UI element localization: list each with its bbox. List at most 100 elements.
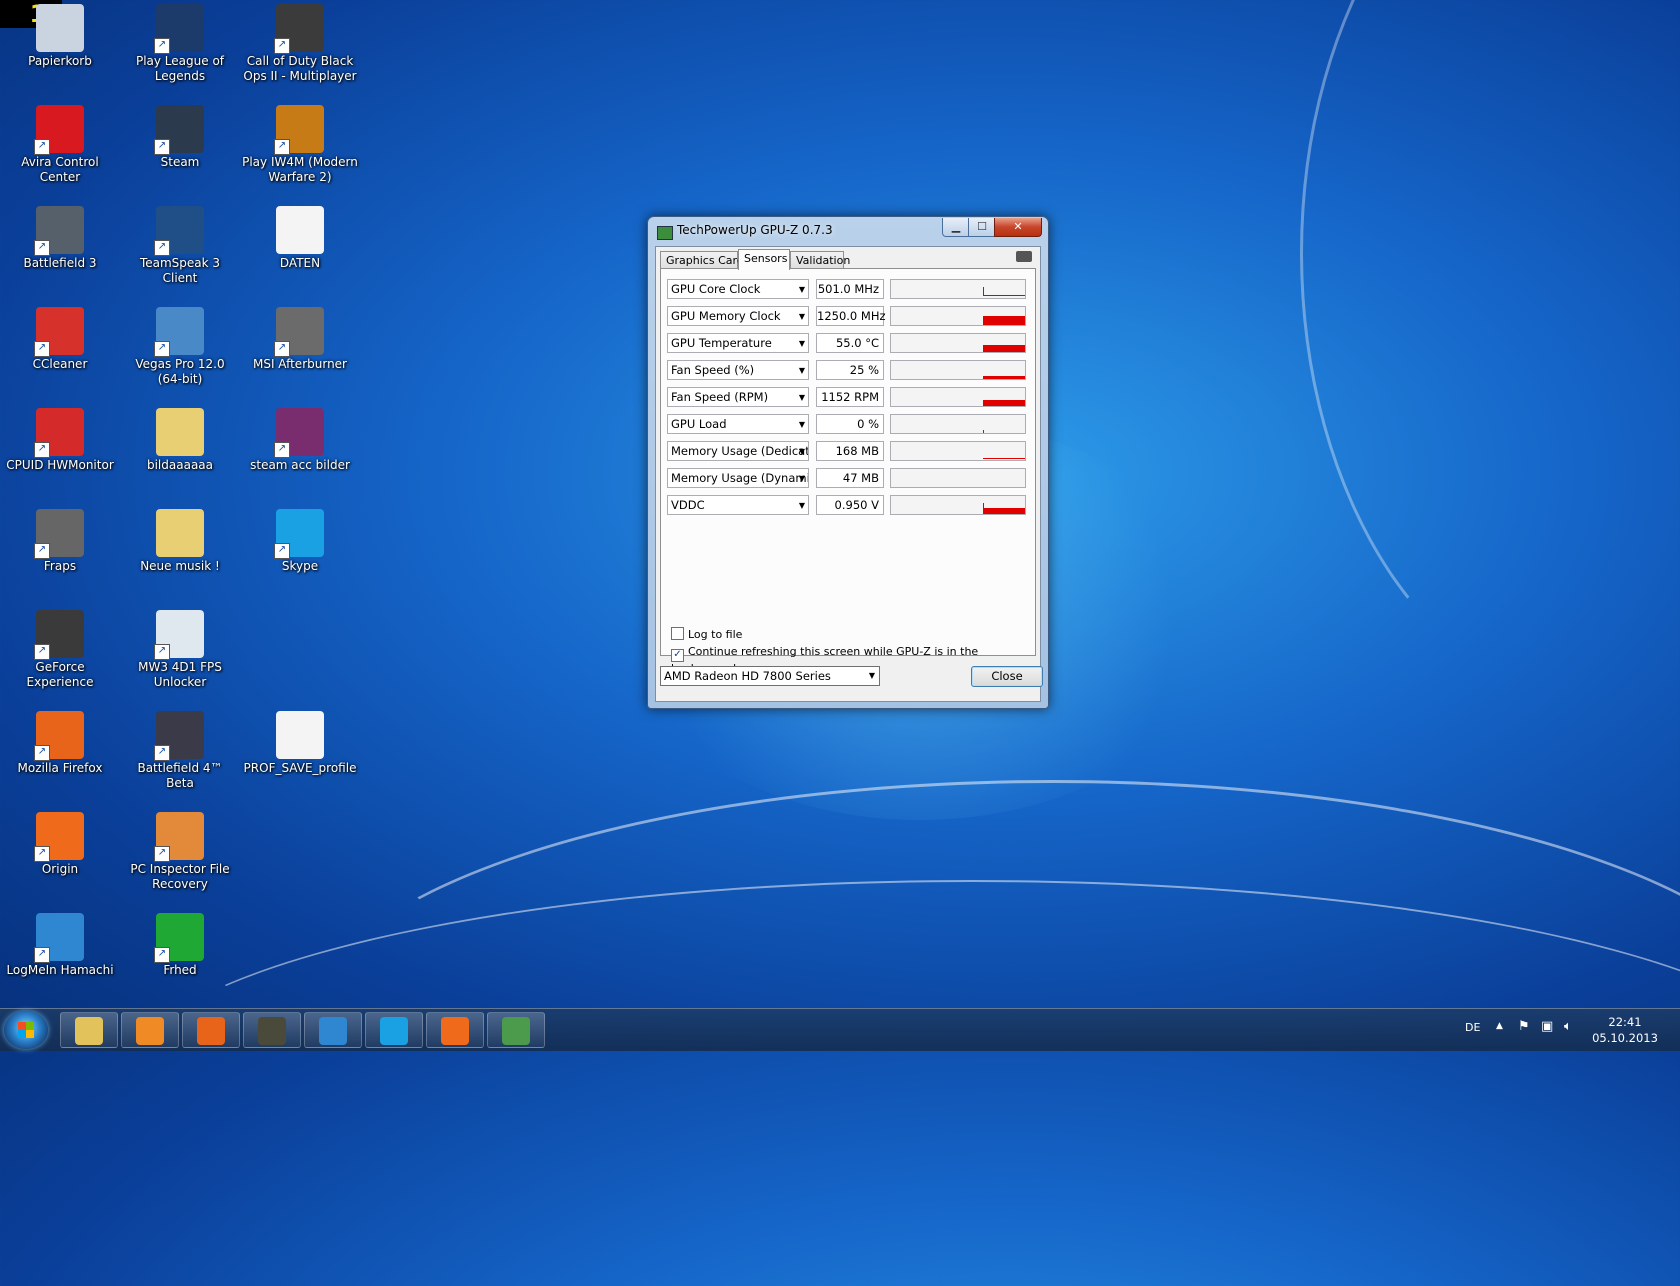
sensor-name-dropdown[interactable]: Memory Usage (Dynamic) ▼ bbox=[667, 468, 809, 488]
shortcut-arrow-icon: ↗ bbox=[274, 38, 290, 54]
sensor-name-dropdown[interactable]: GPU Load ▼ bbox=[667, 414, 809, 434]
desktop-icon-label: MSI Afterburner bbox=[252, 357, 347, 371]
minimize-button[interactable]: ▁ bbox=[942, 218, 970, 237]
window-close-button[interactable]: ✕ bbox=[994, 218, 1042, 237]
sensor-value: 55.0 °C bbox=[816, 333, 884, 353]
desktop-icon[interactable]: DATEN bbox=[240, 202, 360, 271]
desktop-icon[interactable]: PROF_SAVE_profile bbox=[240, 707, 360, 776]
sensor-name-dropdown[interactable]: Fan Speed (%) ▼ bbox=[667, 360, 809, 380]
desktop-icon[interactable]: ↗ Play League of Legends bbox=[120, 0, 240, 84]
desktop-icon[interactable]: ↗ Mozilla Firefox bbox=[0, 707, 120, 776]
sensor-name-dropdown[interactable]: VDDC ▼ bbox=[667, 495, 809, 515]
sensor-name-dropdown[interactable]: Fan Speed (RPM) ▼ bbox=[667, 387, 809, 407]
geforce-icon: ↗ bbox=[34, 610, 84, 660]
sensor-row: Fan Speed (RPM) ▼ 1152 RPM bbox=[667, 387, 1027, 409]
network-icon[interactable]: ▣ bbox=[1541, 1019, 1553, 1034]
show-hidden-icons-icon[interactable]: ▲ bbox=[1496, 1021, 1503, 1031]
taskbar-button[interactable] bbox=[426, 1012, 484, 1048]
desktop-icon-label: Avira Control Center bbox=[21, 155, 99, 184]
log-to-file-checkbox[interactable] bbox=[671, 627, 684, 640]
desktop-icon[interactable]: ↗ CCleaner bbox=[0, 303, 120, 372]
sensors-panel: GPU Core Clock ▼ 501.0 MHz GPU Memory Clock… bbox=[660, 268, 1036, 675]
taskbar-button[interactable] bbox=[182, 1012, 240, 1048]
taskbar-button[interactable] bbox=[243, 1012, 301, 1048]
taskbar-button[interactable] bbox=[365, 1012, 423, 1048]
tab-sensors[interactable]: Sensors bbox=[738, 249, 790, 270]
chevron-down-icon: ▼ bbox=[798, 285, 805, 294]
shortcut-arrow-icon: ↗ bbox=[34, 240, 50, 256]
desktop-icon[interactable]: ↗ MW3 4D1 FPS Unlocker bbox=[120, 606, 240, 690]
desktop-icon[interactable]: ↗ Avira Control Center bbox=[0, 101, 120, 185]
shortcut-arrow-icon: ↗ bbox=[154, 745, 170, 761]
language-indicator[interactable]: DE bbox=[1465, 1021, 1480, 1034]
sensor-name-label: Fan Speed (RPM) bbox=[671, 390, 769, 404]
volume-icon[interactable]: 🔈︎ bbox=[1564, 1019, 1572, 1034]
chevron-down-icon: ▼ bbox=[798, 474, 805, 483]
camera-icon[interactable] bbox=[1016, 251, 1032, 262]
desktop-icon[interactable]: ↗ Play IW4M (Modern Warfare 2) bbox=[240, 101, 360, 185]
tab-graphics-card[interactable]: Graphics Card bbox=[660, 251, 744, 269]
taskbar-button[interactable] bbox=[304, 1012, 362, 1048]
log-to-file-row[interactable]: Log to file bbox=[671, 627, 742, 642]
taskbar-button[interactable] bbox=[487, 1012, 545, 1048]
desktop-icon[interactable]: ↗ Battlefield 3 bbox=[0, 202, 120, 271]
desktop-icon[interactable]: ↗ Call of Duty Black Ops II - Multiplayer bbox=[240, 0, 360, 84]
taskbar-button[interactable] bbox=[121, 1012, 179, 1048]
desktop-icon[interactable]: ↗ CPUID HWMonitor bbox=[0, 404, 120, 473]
desktop-icon[interactable]: ↗ GeForce Experience bbox=[0, 606, 120, 690]
desktop-icon-label: Play IW4M (Modern Warfare 2) bbox=[242, 155, 358, 184]
action-center-flag-icon[interactable]: ⚑ bbox=[1518, 1019, 1530, 1034]
desktop-icon[interactable]: ↗ LogMeIn Hamachi bbox=[0, 909, 120, 978]
desktop-icon[interactable]: ↗ MSI Afterburner bbox=[240, 303, 360, 372]
gpu-select-dropdown[interactable]: AMD Radeon HD 7800 Series ▼ bbox=[660, 666, 880, 686]
desktop-icon[interactable]: ↗ Steam bbox=[120, 101, 240, 170]
desktop-icon-label: Vegas Pro 12.0 (64-bit) bbox=[135, 357, 225, 386]
folder-icon bbox=[156, 408, 204, 456]
sensor-name-dropdown[interactable]: GPU Memory Clock ▼ bbox=[667, 306, 809, 326]
maximize-button[interactable]: ☐ bbox=[968, 218, 996, 237]
desktop-icon[interactable]: ↗ TeamSpeak 3 Client bbox=[120, 202, 240, 286]
desktop-icon-label: CPUID HWMonitor bbox=[6, 458, 114, 472]
close-button[interactable]: Close bbox=[971, 666, 1043, 687]
sensor-name-dropdown[interactable]: GPU Temperature ▼ bbox=[667, 333, 809, 353]
desktop-icon[interactable]: Papierkorb bbox=[0, 0, 120, 69]
shortcut-arrow-icon: ↗ bbox=[154, 341, 170, 357]
desktop-icon[interactable]: ↗ PC Inspector File Recovery bbox=[120, 808, 240, 892]
desktop-icon[interactable]: bildaaaaaa bbox=[120, 404, 240, 473]
sensor-name-dropdown[interactable]: Memory Usage (Dedicated)▼ bbox=[667, 441, 809, 461]
desktop-icon[interactable]: ↗ Vegas Pro 12.0 (64-bit) bbox=[120, 303, 240, 387]
league-of-legends-icon: ↗ bbox=[154, 4, 204, 54]
hwmonitor-icon: ↗ bbox=[34, 408, 84, 458]
desktop-icon[interactable]: ↗ Frhed bbox=[120, 909, 240, 978]
iw4m-icon: ↗ bbox=[274, 105, 324, 155]
clock[interactable]: 22:41 05.10.2013 bbox=[1585, 1014, 1665, 1046]
desktop-icon-label: Play League of Legends bbox=[135, 54, 225, 83]
sensor-graph bbox=[890, 306, 1026, 326]
sensor-graph bbox=[890, 360, 1026, 380]
desktop-icon[interactable]: ↗ Fraps bbox=[0, 505, 120, 574]
title-bar[interactable]: TechPowerUp GPU-Z 0.7.3 ▁ ☐ ✕ bbox=[648, 217, 1048, 245]
shortcut-arrow-icon: ↗ bbox=[274, 543, 290, 559]
desktop-icon[interactable]: ↗ Origin bbox=[0, 808, 120, 877]
shortcut-arrow-icon: ↗ bbox=[34, 543, 50, 559]
start-button[interactable] bbox=[4, 1011, 48, 1049]
desktop-icon-label: LogMeIn Hamachi bbox=[6, 963, 114, 977]
chevron-down-icon: ▼ bbox=[798, 312, 805, 321]
shortcut-arrow-icon: ↗ bbox=[154, 139, 170, 155]
pc-inspector-icon: ↗ bbox=[154, 812, 204, 862]
skype-icon: ↗ bbox=[274, 509, 324, 559]
gpuz-window: TechPowerUp GPU-Z 0.7.3 ▁ ☐ ✕ Graphics C… bbox=[647, 216, 1049, 709]
sensor-row: Memory Usage (Dedicated)▼ 168 MB bbox=[667, 441, 1027, 463]
sensor-name-dropdown[interactable]: GPU Core Clock ▼ bbox=[667, 279, 809, 299]
desktop-icon[interactable]: ↗ Battlefield 4™ Beta bbox=[120, 707, 240, 791]
chevron-down-icon: ▼ bbox=[868, 671, 875, 680]
chevron-down-icon: ▼ bbox=[798, 339, 805, 348]
tab-validation[interactable]: Validation bbox=[790, 251, 850, 269]
explorer-icon bbox=[75, 1017, 103, 1045]
sensor-name-label: Memory Usage (Dynamic) bbox=[671, 471, 809, 485]
taskbar-button[interactable] bbox=[60, 1012, 118, 1048]
desktop-icon[interactable]: ↗ Skype bbox=[240, 505, 360, 574]
desktop-icon[interactable]: Neue musik ! bbox=[120, 505, 240, 574]
desktop-icon[interactable]: ↗ steam acc bilder bbox=[240, 404, 360, 473]
continue-refresh-checkbox[interactable]: ✓ bbox=[671, 649, 684, 662]
